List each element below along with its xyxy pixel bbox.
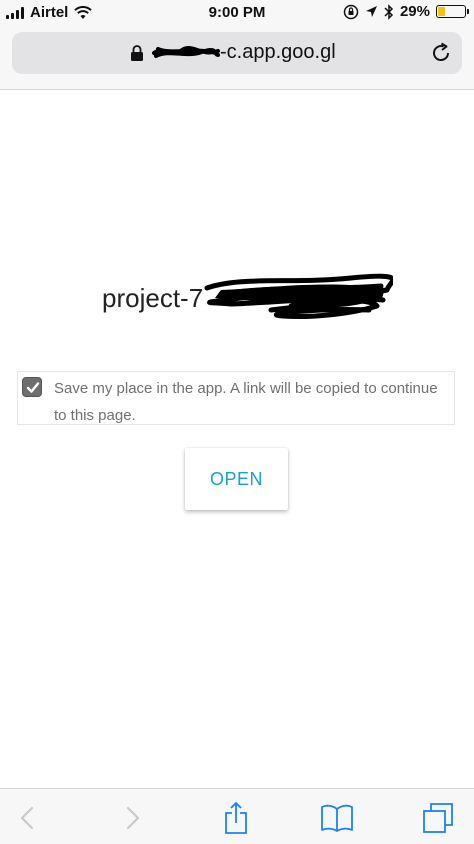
forward-button[interactable] [116, 801, 150, 835]
status-right: 29% [343, 3, 469, 20]
reload-icon[interactable] [430, 42, 452, 64]
project-title-text: project-7 [102, 282, 204, 313]
bluetooth-icon [384, 3, 394, 20]
back-icon [21, 807, 33, 829]
battery-icon [436, 5, 469, 18]
browser-url-area: -c.app.goo.gl [0, 28, 474, 90]
browser-toolbar [0, 788, 474, 844]
location-icon [365, 6, 377, 17]
back-button[interactable] [10, 801, 44, 835]
url-content: -c.app.goo.gl [130, 41, 336, 64]
checkmark-icon [26, 382, 40, 393]
save-place-text: Save my place in the app. A link will be… [54, 380, 438, 424]
open-button[interactable]: OPEN [185, 448, 288, 510]
orientation-lock-icon [343, 4, 359, 19]
tabs-button[interactable] [421, 801, 455, 835]
address-bar[interactable]: -c.app.goo.gl [12, 32, 462, 74]
battery-fill [438, 7, 445, 16]
tabs-icon [423, 803, 453, 833]
bookmarks-icon [321, 804, 353, 832]
forward-icon [127, 807, 139, 829]
status-bar: Airtel 9:00 PM 29% [0, 0, 474, 28]
battery-percent: 29% [399, 3, 430, 20]
lock-icon [131, 44, 143, 61]
bookmarks-button[interactable] [320, 801, 354, 835]
share-button[interactable] [219, 801, 253, 835]
share-icon [225, 802, 247, 834]
save-place-option: Save my place in the app. A link will be… [17, 371, 455, 425]
url-text: -c.app.goo.gl [220, 41, 336, 63]
project-title: project-7 [102, 268, 394, 328]
redacted-url-scribble [152, 45, 220, 58]
redacted-project-scribble [204, 273, 394, 319]
save-place-checkbox[interactable] [22, 377, 42, 397]
